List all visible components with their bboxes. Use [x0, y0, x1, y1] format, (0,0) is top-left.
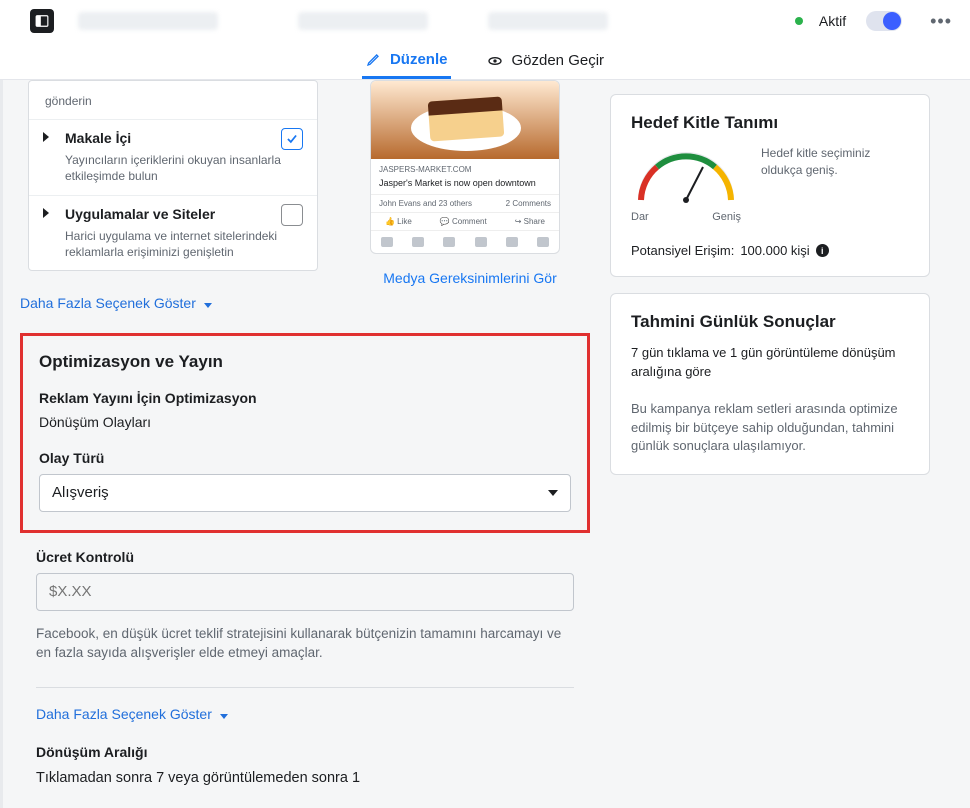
- audience-gauge-desc: Hedef kitle seçiminiz oldukça geniş.: [761, 145, 909, 179]
- gauge-broad-label: Geniş: [712, 211, 741, 223]
- optimization-section-title: Optimizasyon ve Yayın: [39, 352, 571, 372]
- like-action[interactable]: 👍 Like: [385, 217, 412, 226]
- sidebar-toggle-button[interactable]: [30, 9, 54, 33]
- estimated-daily-results-card: Tahmini Günlük Sonuçlar 7 gün tıklama ve…: [610, 293, 930, 475]
- placement-row[interactable]: gönderin: [29, 81, 317, 119]
- top-header: Aktif •••: [0, 0, 970, 42]
- editor-tabs: Düzenle Gözden Geçir: [0, 42, 970, 80]
- eye-icon: [487, 53, 503, 69]
- optimization-section-highlighted: Optimizasyon ve Yayın Reklam Yayını İçin…: [20, 333, 590, 533]
- panel-icon: [35, 14, 49, 28]
- placement-checkbox-checked[interactable]: [281, 128, 303, 150]
- tab-edit[interactable]: Düzenle: [362, 43, 452, 79]
- caret-right-icon: [43, 208, 49, 218]
- chevron-down-icon: [220, 714, 228, 719]
- media-requirements-link[interactable]: Medya Gereksinimlerini Gör: [370, 270, 570, 286]
- placement-desc: Yayıncıların içeriklerini okuyan insanla…: [65, 152, 301, 184]
- show-more-options-label-2: Daha Fazla Seçenek Göster: [36, 706, 212, 722]
- comments-count: 2 Comments: [506, 199, 551, 208]
- tab-edit-label: Düzenle: [390, 51, 448, 68]
- caret-right-icon: [43, 132, 49, 142]
- ad-preview-iconrow: [371, 230, 559, 253]
- event-type-label: Olay Türü: [39, 450, 571, 466]
- results-card-subtitle: 7 gün tıklama ve 1 gün görüntüleme dönüş…: [631, 344, 909, 382]
- share-action[interactable]: ↪ Share: [515, 217, 545, 226]
- info-icon[interactable]: i: [816, 244, 829, 257]
- tab-review-label: Gözden Geçir: [511, 52, 604, 69]
- chevron-down-icon: [204, 303, 212, 308]
- event-type-selected-value: Alışveriş: [52, 484, 109, 501]
- ad-preview-reactions: John Evans and 23 others 2 Comments: [371, 194, 559, 212]
- chevron-down-icon: [548, 490, 558, 496]
- placement-title: Makale İçi: [65, 130, 301, 146]
- show-more-options-label: Daha Fazla Seçenek Göster: [20, 295, 196, 311]
- cost-control-help-text: Facebook, en düşük ücret teklif strateji…: [36, 625, 574, 663]
- cost-control-label: Ücret Kontrolü: [36, 549, 574, 565]
- reactions-text: John Evans and 23 others: [379, 199, 472, 208]
- audience-definition-card: Hedef Kitle Tanımı Dar: [610, 94, 930, 277]
- audience-gauge: [631, 145, 741, 209]
- results-card-title: Tahmini Günlük Sonuçlar: [631, 312, 909, 332]
- breadcrumb-blur-3: [488, 12, 608, 30]
- ad-preview-image: [371, 81, 559, 159]
- ad-preview-domain: JASPERS-MARKET.COM: [371, 159, 559, 178]
- tab-review[interactable]: Gözden Geçir: [483, 44, 608, 77]
- optimization-for-delivery-value: Dönüşüm Olayları: [39, 414, 571, 430]
- more-menu-button[interactable]: •••: [922, 7, 960, 36]
- active-toggle[interactable]: [866, 11, 902, 31]
- gauge-narrow-label: Dar: [631, 211, 649, 223]
- show-more-options-link[interactable]: Daha Fazla Seçenek Göster: [20, 295, 590, 311]
- divider: [36, 687, 574, 688]
- status-dot-active-icon: [795, 17, 803, 25]
- ad-preview-actions: 👍 Like 💬 Comment ↪ Share: [371, 212, 559, 230]
- potential-reach-label: Potansiyel Erişim:: [631, 243, 734, 258]
- gauge-icon: [631, 145, 741, 205]
- toggle-knob: [883, 12, 901, 30]
- potential-reach-row: Potansiyel Erişim: 100.000 kişi i: [631, 243, 909, 258]
- conversion-window-value: Tıklamadan sonra 7 veya görüntülemeden s…: [36, 770, 574, 786]
- ad-preview-card: JASPERS-MARKET.COM Jasper's Market is no…: [370, 80, 560, 254]
- cost-control-section: Ücret Kontrolü Facebook, en düşük ücret …: [20, 533, 590, 786]
- status-label: Aktif: [819, 13, 846, 29]
- placements-list: gönderin Makale İçi Yayıncıların içerikl…: [28, 80, 318, 271]
- ad-preview-wrap: JASPERS-MARKET.COM Jasper's Market is no…: [370, 80, 570, 286]
- placement-row-in-article[interactable]: Makale İçi Yayıncıların içeriklerini oku…: [29, 119, 317, 194]
- conversion-window-label: Dönüşüm Aralığı: [36, 744, 574, 760]
- placement-title: Uygulamalar ve Siteler: [65, 206, 301, 222]
- placement-desc: Harici uygulama ve internet sitelerindek…: [65, 228, 301, 260]
- show-more-options-link-2[interactable]: Daha Fazla Seçenek Göster: [36, 706, 574, 722]
- event-type-select[interactable]: Alışveriş: [39, 474, 571, 512]
- placement-desc: gönderin: [45, 93, 301, 109]
- check-icon: [285, 132, 299, 146]
- optimization-for-delivery-label: Reklam Yayını İçin Optimizasyon: [39, 390, 571, 406]
- results-card-body: Bu kampanya reklam setleri arasında opti…: [631, 400, 909, 457]
- comment-action[interactable]: 💬 Comment: [440, 217, 487, 226]
- breadcrumb-blur-2: [298, 12, 428, 30]
- placement-checkbox-empty[interactable]: [281, 204, 303, 226]
- ad-preview-headline: Jasper's Market is now open downtown: [371, 178, 559, 194]
- audience-card-title: Hedef Kitle Tanımı: [631, 113, 909, 133]
- potential-reach-value: 100.000 kişi: [740, 243, 809, 258]
- cost-control-input[interactable]: [36, 573, 574, 611]
- placement-row-apps-sites[interactable]: Uygulamalar ve Siteler Harici uygulama v…: [29, 195, 317, 270]
- breadcrumb-blur-1: [78, 12, 218, 30]
- pencil-icon: [366, 51, 382, 67]
